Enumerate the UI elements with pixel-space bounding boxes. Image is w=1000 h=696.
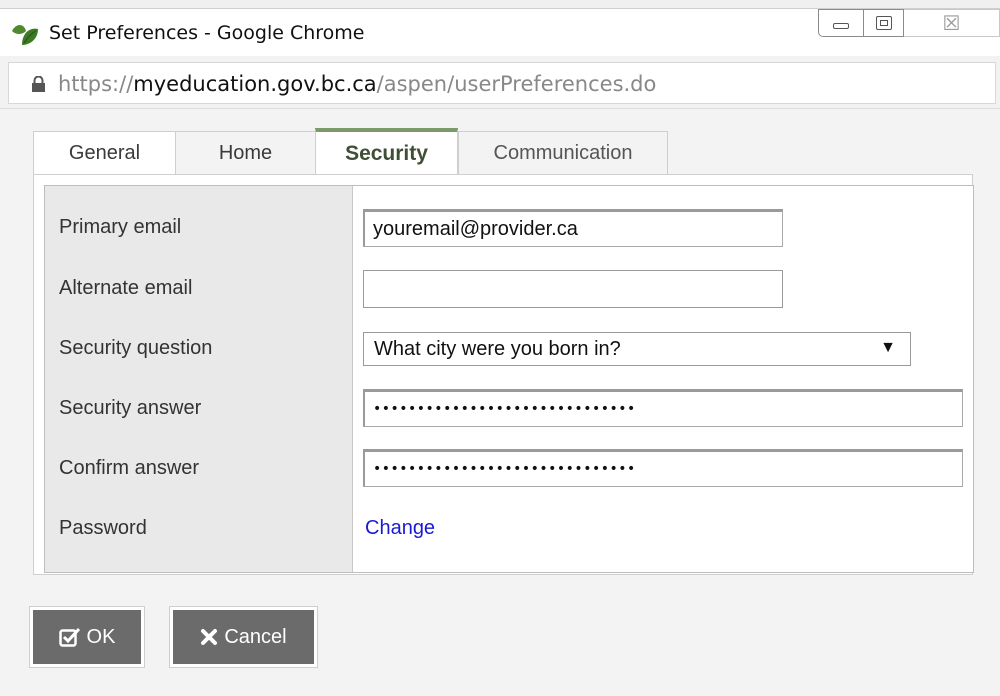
page: Set Preferences - Google Chrome ☒ https:… <box>0 0 1000 696</box>
alternate-email-field[interactable] <box>363 270 783 308</box>
primary-email-field[interactable]: youremail@provider.ca <box>363 209 783 247</box>
security-panel: Primary email youremail@provider.ca Alte… <box>33 174 974 575</box>
confirm-answer-field[interactable]: •••••••••••••••••••••••••••••• <box>363 449 963 487</box>
tab-general[interactable]: General <box>33 131 175 175</box>
security-question-label: Security question <box>59 337 213 359</box>
tab-security[interactable]: Security <box>315 128 458 175</box>
window-controls: ☒ <box>818 9 1000 39</box>
minimize-button[interactable] <box>818 9 864 37</box>
preferences-content: General Home Security Communication Prim… <box>0 109 1000 696</box>
cancel-label: Cancel <box>224 625 287 648</box>
password-label: Password <box>59 517 147 539</box>
preferences-tabs: General Home Security Communication <box>33 128 668 175</box>
window-title: Set Preferences - Google Chrome <box>49 22 365 44</box>
security-answer-field[interactable]: •••••••••••••••••••••••••••••• <box>363 389 963 427</box>
maximize-button[interactable] <box>864 9 904 37</box>
x-icon <box>201 629 218 645</box>
dropdown-arrow-icon: ▼ <box>880 339 896 356</box>
ok-label: OK <box>86 625 116 648</box>
url-scheme: https:// <box>58 72 134 96</box>
primary-email-label: Primary email <box>59 216 182 238</box>
security-question-select[interactable]: What city were you born in? ▼ <box>363 332 911 366</box>
tab-communication[interactable]: Communication <box>458 131 668 175</box>
close-button[interactable]: ☒ <box>904 9 1000 37</box>
restore-icon <box>875 16 892 30</box>
security-form: Primary email youremail@provider.ca Alte… <box>44 185 974 573</box>
ok-button[interactable]: OK <box>29 606 145 668</box>
checkbox-icon <box>58 627 80 647</box>
url-text: https://myeducation.gov.bc.ca/aspen/user… <box>58 72 656 96</box>
minimize-icon <box>833 23 849 29</box>
cancel-button[interactable]: Cancel <box>169 606 318 668</box>
label-column <box>45 186 353 572</box>
lock-icon <box>32 76 45 92</box>
app-leaf-icon <box>12 25 38 45</box>
url-host: myeducation.gov.bc.ca <box>133 72 377 96</box>
confirm-answer-label: Confirm answer <box>59 457 200 479</box>
security-answer-label: Security answer <box>59 397 202 419</box>
security-question-value: What city were you born in? <box>374 338 621 360</box>
address-bar: https://myeducation.gov.bc.ca/aspen/user… <box>0 56 1000 109</box>
url-box[interactable]: https://myeducation.gov.bc.ca/aspen/user… <box>8 62 996 104</box>
tab-home[interactable]: Home <box>175 131 315 175</box>
close-icon: ☒ <box>942 12 961 35</box>
alternate-email-label: Alternate email <box>59 277 193 299</box>
url-path: /aspen/userPreferences.do <box>376 72 657 96</box>
change-password-link[interactable]: Change <box>365 517 435 540</box>
window-titlebar[interactable]: Set Preferences - Google Chrome ☒ <box>0 8 1000 63</box>
